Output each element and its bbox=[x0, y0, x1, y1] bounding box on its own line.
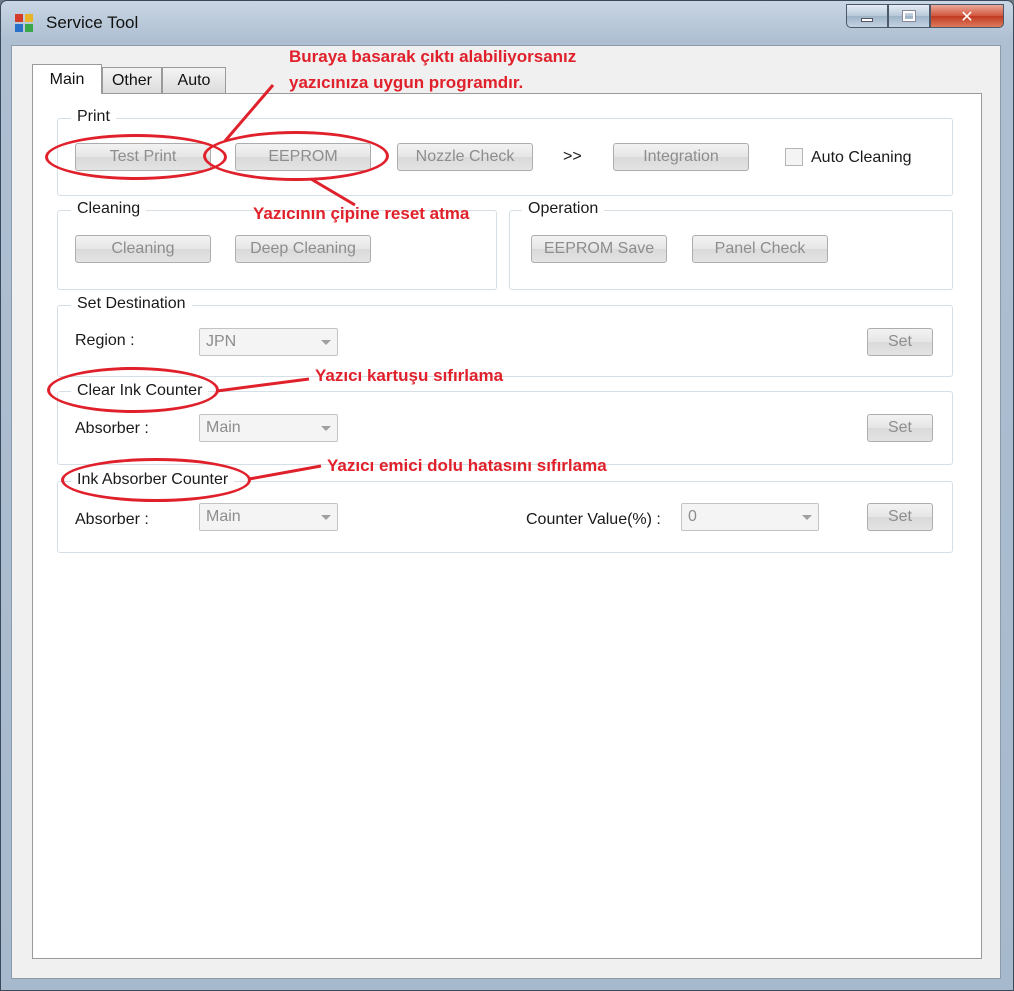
window-title: Service Tool bbox=[46, 13, 139, 32]
counter-value-select[interactable]: 0 bbox=[681, 503, 819, 531]
eeprom-highlight bbox=[203, 131, 389, 181]
main-tab-page: Print Test Print EEPROM Nozzle Check >> … bbox=[32, 93, 982, 959]
maximize-icon bbox=[902, 10, 916, 22]
ink-absorber-select[interactable]: Main bbox=[199, 503, 338, 531]
minimize-button[interactable] bbox=[846, 4, 888, 28]
counter-value-value: 0 bbox=[688, 508, 697, 525]
region-select[interactable]: JPN bbox=[199, 328, 338, 356]
print-note-line2: yazıcınıza uygun programdır. bbox=[289, 73, 524, 92]
deep-cleaning-button[interactable]: Deep Cleaning bbox=[235, 235, 371, 263]
set-destination-group-label: Set Destination bbox=[71, 295, 192, 313]
client-area: Main Other Auto Print Test Print EEPROM … bbox=[11, 45, 1001, 979]
clear-ink-counter-highlight bbox=[47, 367, 219, 413]
integration-button[interactable]: Integration bbox=[613, 143, 749, 171]
minimize-icon bbox=[861, 18, 873, 22]
eeprom-note: Yazıcının çipine reset atma bbox=[253, 204, 470, 223]
tab-main[interactable]: Main bbox=[32, 64, 102, 94]
chevron-down-icon bbox=[321, 426, 331, 431]
app-icon bbox=[15, 14, 33, 32]
tab-auto[interactable]: Auto bbox=[162, 67, 226, 93]
chevron-down-icon bbox=[321, 515, 331, 520]
region-set-button[interactable]: Set bbox=[867, 328, 933, 356]
region-select-value: JPN bbox=[206, 333, 237, 350]
clear-ink-note: Yazıcı kartuşu sıfırlama bbox=[315, 366, 504, 385]
absorber-note: Yazıcı emici dolu hatasını sıfırlama bbox=[327, 456, 607, 475]
nozzle-check-button[interactable]: Nozzle Check bbox=[397, 143, 533, 171]
operation-group-label: Operation bbox=[522, 200, 605, 218]
ink-absorber-counter-highlight bbox=[61, 458, 251, 502]
region-label: Region : bbox=[75, 332, 135, 349]
next-arrow-label: >> bbox=[563, 148, 582, 165]
auto-cleaning-label: Auto Cleaning bbox=[811, 149, 912, 166]
maximize-button[interactable] bbox=[888, 4, 930, 28]
clear-ink-set-button[interactable]: Set bbox=[867, 414, 933, 442]
eeprom-save-button[interactable]: EEPROM Save bbox=[531, 235, 667, 263]
clear-ink-absorber-label: Absorber : bbox=[75, 420, 149, 437]
panel-check-button[interactable]: Panel Check bbox=[692, 235, 828, 263]
print-note-line1: Buraya basarak çıktı alabiliyorsanız bbox=[289, 47, 577, 66]
clear-ink-absorber-select[interactable]: Main bbox=[199, 414, 338, 442]
tab-other[interactable]: Other bbox=[102, 67, 162, 93]
clear-ink-absorber-value: Main bbox=[206, 419, 241, 436]
chevron-down-icon bbox=[321, 340, 331, 345]
ink-absorber-label: Absorber : bbox=[75, 511, 149, 528]
cleaning-group-label: Cleaning bbox=[71, 200, 147, 218]
auto-cleaning-checkbox[interactable] bbox=[785, 148, 803, 166]
service-tool-window: Service Tool ✕ Main Other Auto Print Tes… bbox=[0, 0, 1014, 991]
ink-absorber-value: Main bbox=[206, 508, 241, 525]
set-destination-group bbox=[57, 305, 953, 377]
close-button[interactable]: ✕ bbox=[930, 4, 1004, 28]
counter-value-label: Counter Value(%) : bbox=[526, 511, 661, 528]
chevron-down-icon bbox=[802, 515, 812, 520]
cleaning-button[interactable]: Cleaning bbox=[75, 235, 211, 263]
print-group-label: Print bbox=[71, 108, 116, 126]
close-icon: ✕ bbox=[960, 6, 974, 26]
counter-set-button[interactable]: Set bbox=[867, 503, 933, 531]
test-print-highlight bbox=[45, 134, 227, 180]
